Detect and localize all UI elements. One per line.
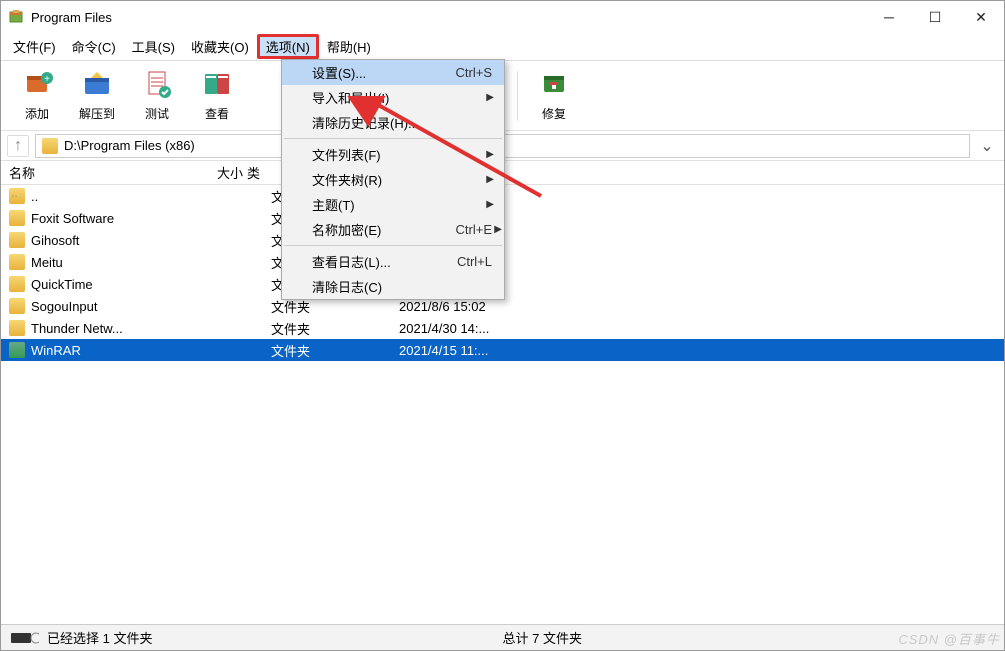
folder-icon [9,188,25,204]
file-name: .. [31,189,231,204]
submenu-arrow-icon: ▶ [486,149,494,160]
menu-import-export[interactable]: 导入和导出(I) ▶ [282,85,504,110]
status-total: 总计 7 文件夹 [503,628,582,647]
submenu-arrow-icon: ▶ [494,224,502,235]
folder-icon [9,298,25,314]
titlebar: Program Files ─ ☐ ✕ [1,1,1004,33]
toolbar-add-button[interactable]: + 添加 [9,66,65,126]
column-name[interactable]: 名称 [9,163,199,182]
menubar: 文件(F) 命令(C) 工具(S) 收藏夹(O) 选项(N) 帮助(H) [1,33,1004,61]
toolbar-extract-label: 解压到 [79,105,115,122]
menu-theme[interactable]: 主题(T) ▶ [282,192,504,217]
extract-icon [80,67,114,101]
submenu-arrow-icon: ▶ [486,174,494,185]
file-date: 2021/4/15 11:... [399,343,549,358]
menu-name-encrypt[interactable]: 名称加密(E) Ctrl+E ▶ [282,217,504,242]
toolbar-view-label: 查看 [205,105,229,122]
menu-clear-log[interactable]: 清除日志(C) [282,274,504,299]
menu-settings[interactable]: 设置(S)... Ctrl+S [282,60,504,85]
path-text: D:\Program Files (x86) [64,138,195,153]
status-selection: 已经选择 1 文件夹 [47,628,152,647]
file-type: 文件夹 [271,319,399,338]
menu-separator [284,138,502,139]
file-name: Thunder Netw... [31,321,231,336]
toolbar-add-label: 添加 [25,105,49,122]
view-icon [200,67,234,101]
toolbar-repair-button[interactable]: 修复 [526,66,582,126]
menu-favorites[interactable]: 收藏夹(O) [183,34,257,59]
folder-icon [9,254,25,270]
file-name: QuickTime [31,277,231,292]
folder-icon [42,138,58,154]
maximize-button[interactable]: ☐ [912,1,958,33]
file-date: 2021/8/6 15:02 [399,299,549,314]
folder-icon [9,320,25,336]
file-name: WinRAR [31,343,231,358]
folder-icon [9,342,25,358]
drive-icon [11,631,39,645]
submenu-arrow-icon: ▶ [486,199,494,210]
file-date: 2021/4/30 14:... [399,321,549,336]
file-name: Meitu [31,255,231,270]
submenu-arrow-icon: ▶ [486,92,494,103]
toolbar-view-button[interactable]: 查看 [189,66,245,126]
test-icon [140,67,174,101]
menu-separator [284,245,502,246]
menu-command[interactable]: 命令(C) [64,34,124,59]
menu-folder-tree[interactable]: 文件夹树(R) ▶ [282,167,504,192]
menu-file-list[interactable]: 文件列表(F) ▶ [282,142,504,167]
folder-icon [9,210,25,226]
file-name: Foxit Software [31,211,231,226]
app-window: Program Files ─ ☐ ✕ 文件(F) 命令(C) 工具(S) 收藏… [0,0,1005,651]
toolbar-repair-label: 修复 [542,105,566,122]
address-dropdown-button[interactable]: ⌄ [976,136,998,156]
menu-view-log[interactable]: 查看日志(L)... Ctrl+L [282,249,504,274]
file-name: SogouInput [31,299,231,314]
close-button[interactable]: ✕ [958,1,1004,33]
file-row[interactable]: Thunder Netw... 文件夹2021/4/30 14:... [1,317,1004,339]
menu-options[interactable]: 选项(N) [257,34,319,59]
menu-help[interactable]: 帮助(H) [319,34,379,59]
file-name: Gihosoft [31,233,231,248]
window-title: Program Files [31,10,112,25]
folder-icon [9,276,25,292]
window-controls: ─ ☐ ✕ [866,1,1004,33]
menu-clear-history[interactable]: 清除历史记录(H)... [282,110,504,135]
menu-tools[interactable]: 工具(S) [124,34,183,59]
file-row[interactable]: WinRAR 文件夹2021/4/15 11:... [1,339,1004,361]
add-icon: + [20,67,54,101]
toolbar-test-button[interactable]: 测试 [129,66,185,126]
menu-file[interactable]: 文件(F) [5,34,64,59]
watermark: CSDN @百事牛 [898,629,1000,648]
file-type: 文件夹 [271,341,399,360]
toolbar-separator [517,71,518,121]
toolbar-extract-button[interactable]: 解压到 [69,66,125,126]
toolbar-test-label: 测试 [145,105,169,122]
column-size[interactable]: 大小 [199,163,247,182]
statusbar: 已经选择 1 文件夹 总计 7 文件夹 [1,624,1004,650]
svg-text:+: + [44,74,50,85]
app-icon [7,8,25,26]
options-dropdown: 设置(S)... Ctrl+S 导入和导出(I) ▶ 清除历史记录(H)... … [281,59,505,300]
folder-icon [9,232,25,248]
repair-icon [537,67,571,101]
minimize-button[interactable]: ─ [866,1,912,33]
status-left: 已经选择 1 文件夹 [11,628,152,647]
up-button[interactable]: ↑ [7,135,29,157]
